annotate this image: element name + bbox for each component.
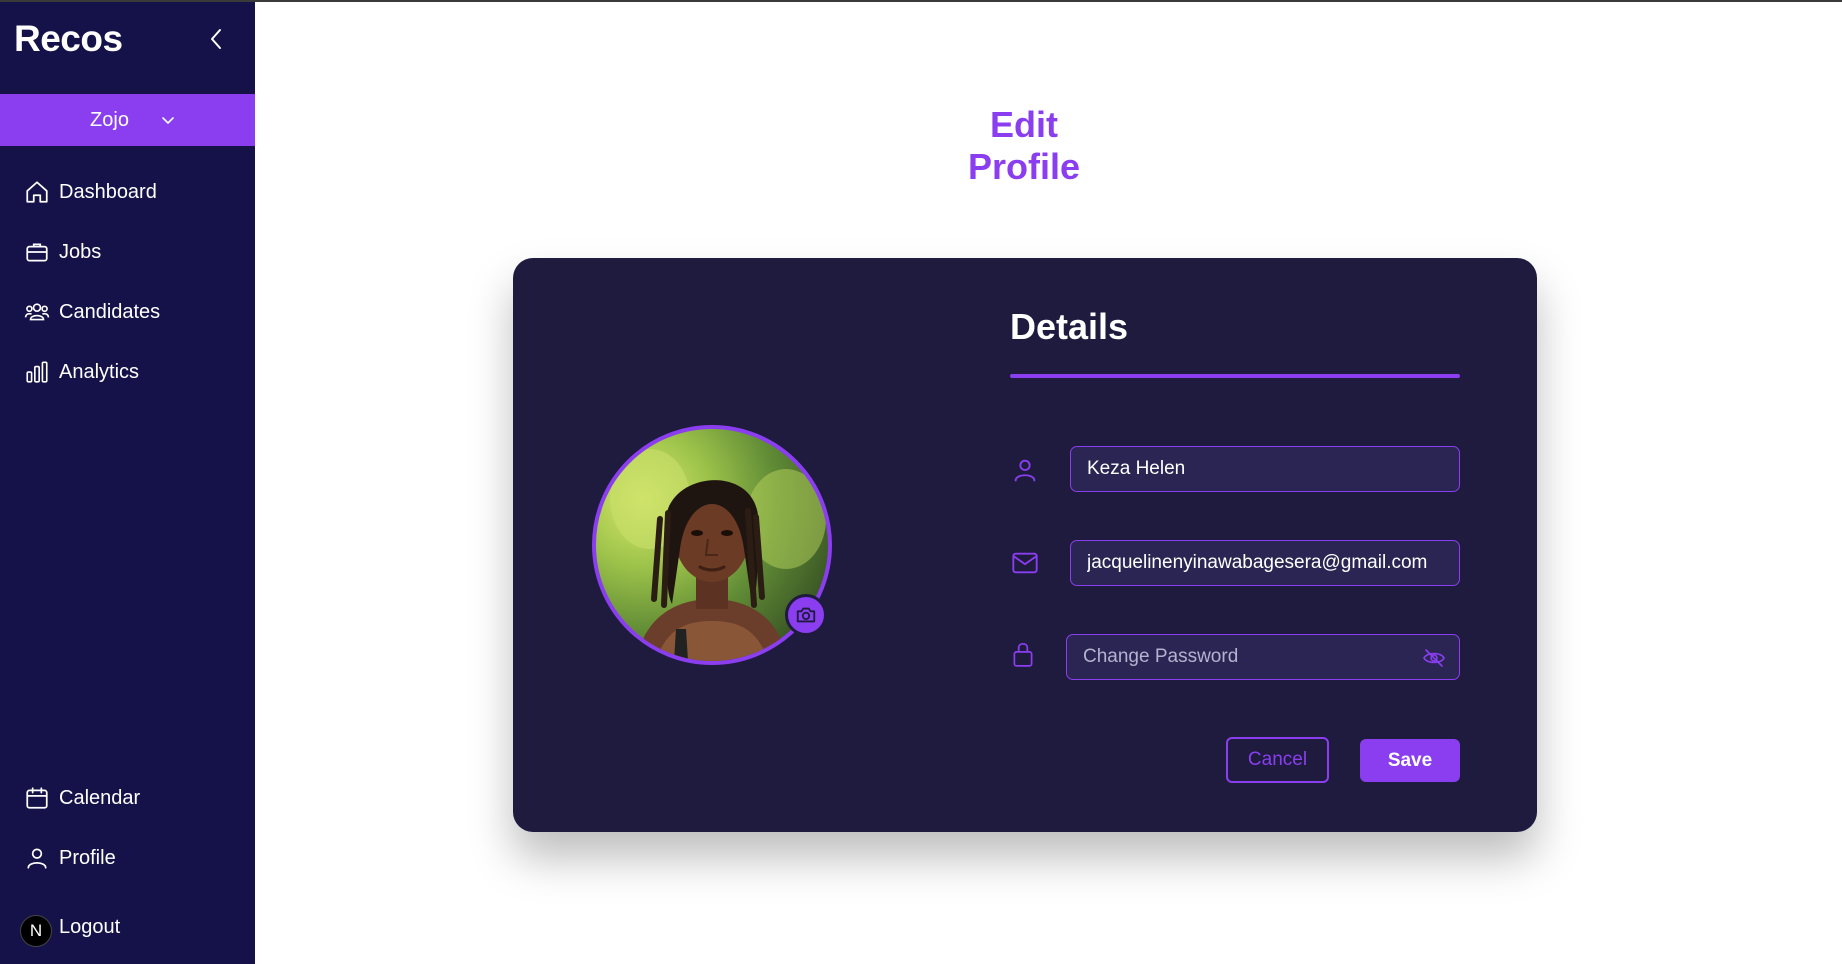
sidebar-item-label: Calendar xyxy=(59,786,141,809)
bar-chart-icon xyxy=(24,359,50,385)
user-icon xyxy=(24,845,50,871)
chevron-down-icon xyxy=(162,117,174,124)
calendar-icon xyxy=(24,785,50,811)
top-border xyxy=(0,0,1842,2)
save-button[interactable]: Save xyxy=(1360,739,1460,782)
email-input[interactable] xyxy=(1071,552,1459,574)
page-title: Edit Profile xyxy=(967,104,1081,187)
sidebar-item-dashboard[interactable]: Dashboard xyxy=(0,170,255,214)
workspace-selector[interactable]: Zojo xyxy=(0,94,255,146)
details-divider xyxy=(1010,374,1460,378)
sidebar-item-jobs[interactable]: Jobs xyxy=(0,230,255,274)
sidebar-item-calendar[interactable]: Calendar xyxy=(0,776,255,820)
profile-card: Details Cancel Save xyxy=(513,258,1537,832)
sidebar: Recos Zojo Dashboard Jobs Candidates Ana… xyxy=(0,0,255,964)
app-logo[interactable]: Recos xyxy=(14,18,123,60)
change-photo-button[interactable] xyxy=(785,594,827,636)
sidebar-item-label: Analytics xyxy=(59,360,140,383)
sidebar-item-label: Profile xyxy=(59,846,116,869)
logout-badge-letter: N xyxy=(20,915,52,947)
home-icon xyxy=(24,179,50,205)
mail-icon xyxy=(1010,548,1040,578)
camera-icon xyxy=(796,607,816,623)
name-input[interactable] xyxy=(1071,458,1459,480)
sidebar-item-label: Dashboard xyxy=(59,180,157,203)
name-field[interactable] xyxy=(1070,446,1460,492)
user-icon xyxy=(1010,455,1040,485)
collapse-sidebar-button[interactable] xyxy=(206,26,228,52)
sidebar-item-label: Candidates xyxy=(59,300,161,323)
email-field[interactable] xyxy=(1070,540,1460,586)
chevron-left-icon xyxy=(211,29,221,49)
users-icon xyxy=(24,299,50,325)
toggle-password-visibility-button[interactable] xyxy=(1421,645,1447,671)
avatar-container xyxy=(592,425,832,665)
briefcase-icon xyxy=(24,239,50,265)
sidebar-item-label: Logout xyxy=(59,915,121,938)
sidebar-item-logout[interactable]: N Logout xyxy=(0,905,255,949)
sidebar-item-label: Jobs xyxy=(59,240,102,263)
workspace-name: Zojo xyxy=(90,108,129,131)
lock-icon xyxy=(1008,639,1038,669)
eye-off-icon xyxy=(1423,649,1445,667)
details-heading: Details xyxy=(1010,306,1129,347)
password-input[interactable] xyxy=(1067,646,1459,668)
cancel-button[interactable]: Cancel xyxy=(1226,737,1329,783)
sidebar-item-profile[interactable]: Profile xyxy=(0,836,255,880)
sidebar-item-analytics[interactable]: Analytics xyxy=(0,350,255,394)
sidebar-item-candidates[interactable]: Candidates xyxy=(0,290,255,334)
password-field[interactable] xyxy=(1066,634,1460,680)
n-badge-icon: N xyxy=(20,915,52,947)
